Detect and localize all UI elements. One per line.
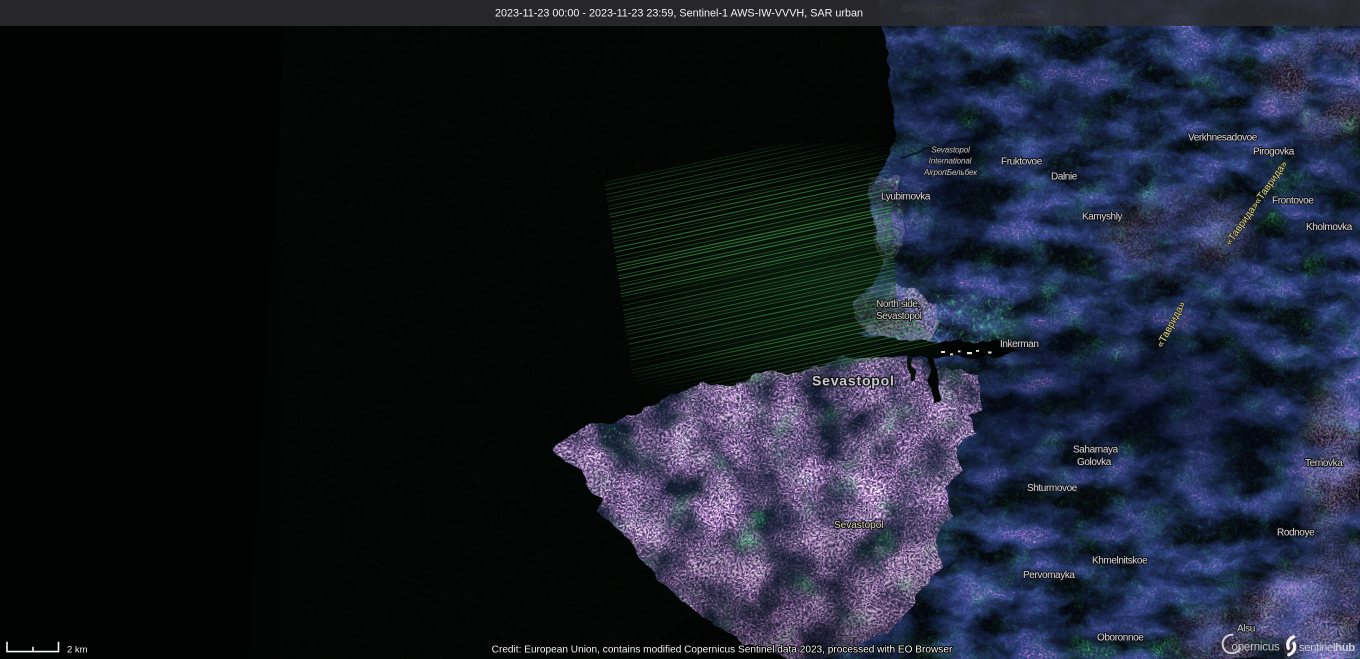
- svg-text:AirportБельбек: AirportБельбек: [923, 168, 978, 177]
- svg-text:2023-11-23 00:00 - 2023-11-23: 2023-11-23 00:00 - 2023-11-23 23:59, Sen…: [495, 8, 863, 20]
- svg-text:International: International: [929, 157, 972, 166]
- svg-text:Inkerman: Inkerman: [1000, 339, 1039, 350]
- svg-text:Verkhnesadovoe: Verkhnesadovoe: [1188, 132, 1258, 143]
- svg-text:2 km: 2 km: [67, 644, 88, 655]
- svg-text:Pervomayka: Pervomayka: [1023, 570, 1075, 581]
- svg-text:Sevastopol: Sevastopol: [876, 311, 922, 322]
- svg-text:Sevastopol: Sevastopol: [931, 146, 970, 155]
- svg-text:Dalnie: Dalnie: [1051, 171, 1078, 182]
- svg-text:Ternovka: Ternovka: [1305, 458, 1343, 469]
- svg-text:opernicus: opernicus: [1232, 642, 1281, 654]
- svg-text:Sevastopol: Sevastopol: [812, 373, 895, 389]
- svg-text:Khmelnitskoe: Khmelnitskoe: [1092, 556, 1148, 567]
- svg-text:Credit: European Union, contai: Credit: European Union, contains modifie…: [492, 644, 953, 655]
- svg-text:Saharnaya: Saharnaya: [1073, 445, 1119, 456]
- svg-text:Kamyshly: Kamyshly: [1082, 212, 1123, 223]
- svg-text:sentinelhub: sentinelhub: [1299, 642, 1355, 654]
- svg-text:Alsu: Alsu: [1237, 624, 1255, 635]
- svg-text:Frontovoe: Frontovoe: [1272, 196, 1314, 207]
- svg-text:Pirogovka: Pirogovka: [1253, 147, 1295, 158]
- svg-text:Lyubimovka: Lyubimovka: [881, 192, 931, 203]
- svg-text:Kholmovka: Kholmovka: [1306, 222, 1353, 233]
- svg-text:Sevastopol: Sevastopol: [834, 520, 883, 531]
- svg-text:Rodnoye: Rodnoye: [1277, 528, 1315, 539]
- svg-text:Golovka: Golovka: [1077, 457, 1112, 468]
- svg-text:North side,: North side,: [876, 299, 920, 310]
- svg-text:Shturmovoe: Shturmovoe: [1027, 483, 1078, 494]
- svg-text:Fruktovoe: Fruktovoe: [1001, 156, 1043, 167]
- svg-text:Oboronnoe: Oboronnoe: [1097, 633, 1144, 644]
